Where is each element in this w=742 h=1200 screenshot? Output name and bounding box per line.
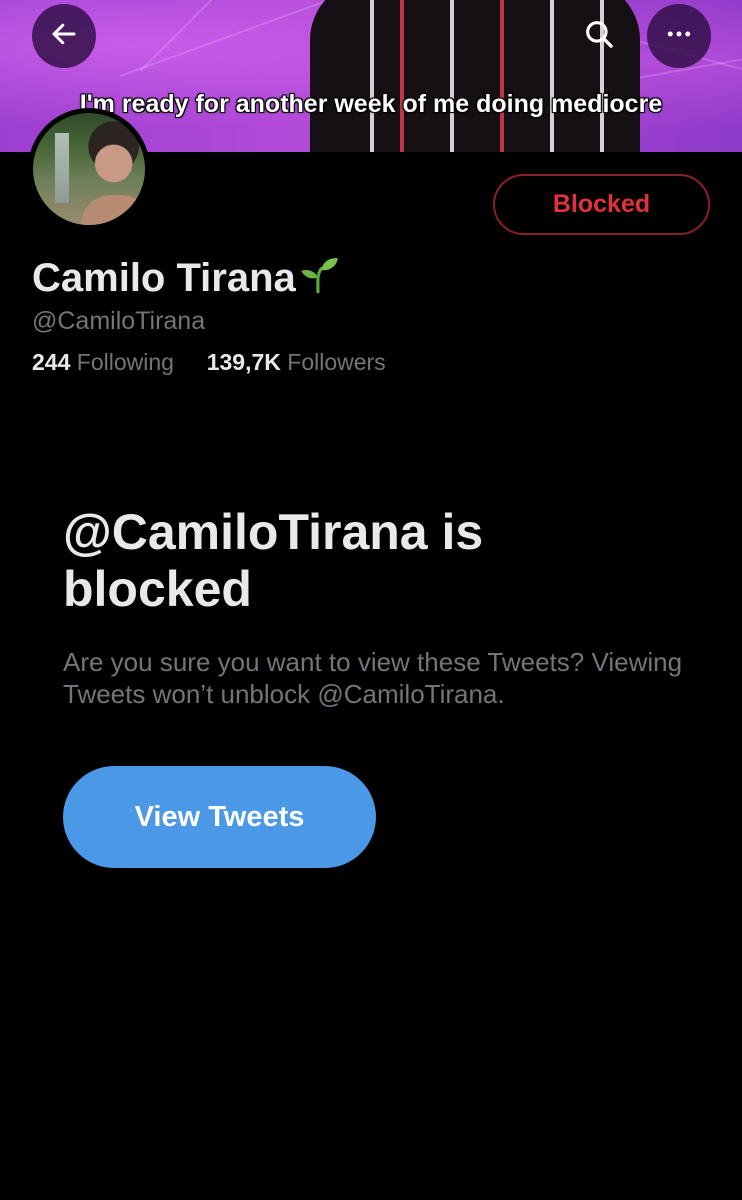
blocked-button[interactable]: Blocked [493, 174, 710, 235]
more-options-button[interactable] [647, 4, 711, 68]
search-button[interactable] [567, 4, 631, 68]
following-link[interactable]: 244 Following [32, 349, 180, 375]
search-icon [582, 17, 616, 56]
back-button[interactable] [32, 4, 96, 68]
handle: @CamiloTirana [32, 307, 206, 335]
avatar[interactable] [28, 108, 150, 230]
arrow-left-icon [49, 19, 79, 54]
blocked-title: @CamiloTirana is blocked [63, 504, 484, 617]
follow-stats: 244 Following 139,7K Followers [32, 349, 386, 376]
following-count: 244 [32, 349, 71, 375]
display-name-text: Camilo Tirana [32, 255, 296, 300]
followers-link[interactable]: 139,7K Followers [207, 349, 386, 375]
more-horizontal-icon [664, 19, 694, 54]
blocked-description: Are you sure you want to view these Twee… [63, 647, 683, 709]
display-name: Camilo Tirana [32, 252, 340, 304]
followers-label: Followers [287, 349, 386, 375]
followers-count: 139,7K [206, 349, 281, 375]
following-label: Following [76, 349, 174, 375]
seedling-icon [298, 252, 340, 304]
view-tweets-button[interactable]: View Tweets [63, 766, 376, 868]
